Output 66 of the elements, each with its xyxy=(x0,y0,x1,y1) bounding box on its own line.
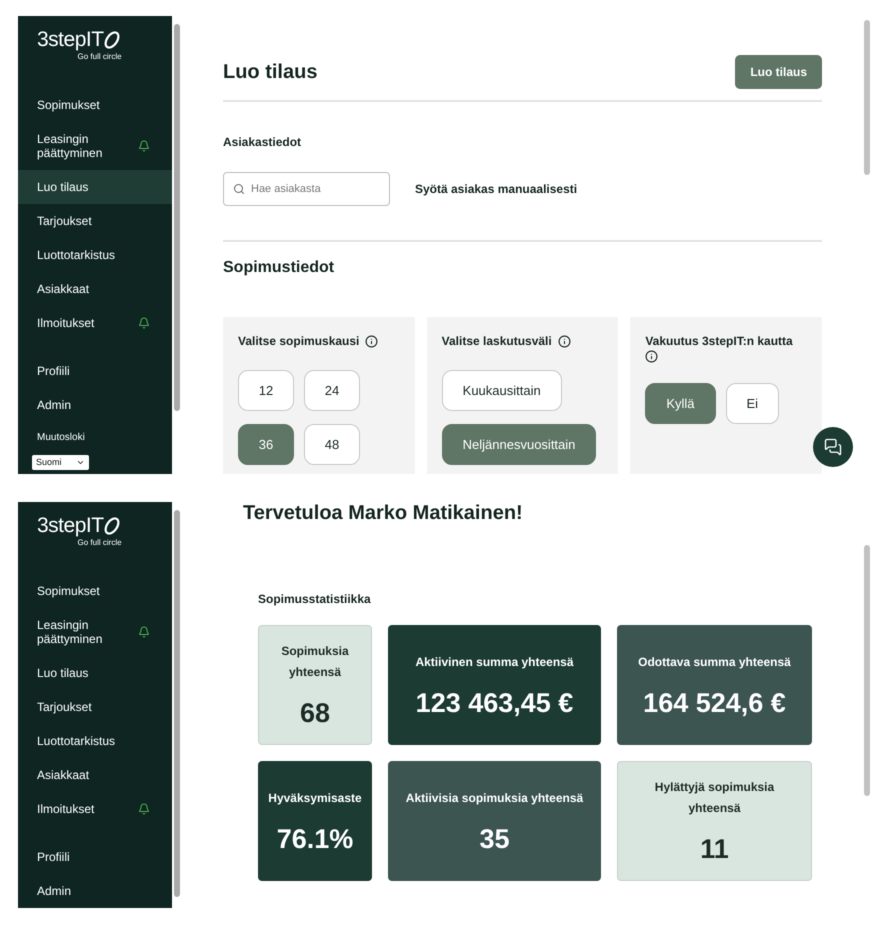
option-button[interactable]: 24 xyxy=(304,370,360,411)
info-icon[interactable] xyxy=(558,334,571,348)
card-title: Vakuutus 3stepIT:n kautta xyxy=(645,333,793,350)
sidebar-item[interactable]: Admin xyxy=(18,388,172,422)
stat-label: Sopimuksia yhteensä xyxy=(280,643,350,681)
sidebar-item[interactable]: Sopimukset xyxy=(18,88,172,122)
stat-value: 164 524,6 € xyxy=(643,686,786,718)
logo-tagline: Go full circle xyxy=(78,538,122,547)
section-heading: Sopimusstatistiikka xyxy=(258,591,371,607)
sidebar-item[interactable]: Tarjoukset xyxy=(18,204,172,238)
create-order-button[interactable]: Luo tilaus xyxy=(735,55,822,89)
sidebar-item[interactable]: Luo tilaus xyxy=(18,170,172,204)
stat-value: 35 xyxy=(479,822,510,854)
sidebar-item[interactable]: Profiili xyxy=(18,840,172,874)
sidebar-item[interactable]: Asiakkaat xyxy=(18,272,172,306)
section-heading: Sopimustiedot xyxy=(223,258,334,278)
chat-button[interactable] xyxy=(813,427,853,467)
stat-label: Hyväksymisaste xyxy=(268,790,362,806)
manual-entry-link[interactable]: Syötä asiakas manuaalisesti xyxy=(415,180,578,198)
option-button[interactable]: 36 xyxy=(238,424,294,465)
stat-value: 68 xyxy=(300,697,330,729)
card-title: Valitse laskutusväli xyxy=(442,333,552,350)
sidebar-item[interactable]: Admin xyxy=(18,874,172,908)
stat-label: Aktiivisia sopimuksia yhteensä xyxy=(406,790,584,806)
page-title: Luo tilaus xyxy=(223,60,318,84)
changelog-link[interactable]: Muutosloki xyxy=(18,422,172,452)
stat-label: Hylättyjä sopimuksia yhteensä xyxy=(654,779,776,817)
scrollbar-thumb[interactable] xyxy=(864,545,870,796)
sidebar-item[interactable]: Leasingin päättyminen xyxy=(18,122,172,170)
customer-search-field[interactable]: Hae asiakasta xyxy=(223,172,390,206)
scrollbar-thumb[interactable] xyxy=(174,510,180,897)
option-button[interactable]: 48 xyxy=(304,424,360,465)
stat-value: 11 xyxy=(700,833,729,865)
card-title: Valitse sopimuskausi xyxy=(238,333,360,350)
option-button[interactable]: Ei xyxy=(726,383,780,424)
option-button[interactable]: 12 xyxy=(238,370,294,411)
sidebar-item[interactable]: Tarjoukset xyxy=(18,690,172,724)
stat-value: 123 463,45 € xyxy=(416,686,574,718)
sidebar-item[interactable]: Luo tilaus xyxy=(18,656,172,690)
info-icon[interactable] xyxy=(645,350,658,363)
sidebar-item[interactable]: Ilmoitukset xyxy=(18,792,172,826)
sidebar-item[interactable]: Profiili xyxy=(18,354,172,388)
info-icon[interactable] xyxy=(365,334,378,348)
option-button[interactable]: Neljännesvuosittain xyxy=(442,424,596,465)
sidebar-item[interactable]: Ilmoitukset xyxy=(18,306,172,340)
sidebar-item[interactable]: Asiakkaat xyxy=(18,758,172,792)
scrollbar-thumb[interactable] xyxy=(174,24,180,411)
sidebar-item[interactable]: Luottotarkistus xyxy=(18,724,172,758)
language-select[interactable]: Suomi xyxy=(32,455,89,470)
search-icon xyxy=(233,183,245,195)
welcome-title: Tervetuloa Marko Matikainen! xyxy=(243,502,523,524)
sidebar-item[interactable]: Sopimukset xyxy=(18,574,172,608)
sidebar-item[interactable]: Luottotarkistus xyxy=(18,238,172,272)
scrollbar-thumb[interactable] xyxy=(864,20,870,175)
option-button[interactable]: Kuukausittain xyxy=(442,370,562,411)
stat-value: 76.1% xyxy=(276,822,354,854)
sidebar-item[interactable]: Leasingin päättyminen xyxy=(18,608,172,656)
section-heading: Asiakastiedot xyxy=(223,134,302,150)
chevron-icon xyxy=(76,458,85,467)
option-button[interactable]: Kyllä xyxy=(645,383,716,424)
logo-wordmark: 3stepIT xyxy=(37,28,104,52)
stat-label: Odottava summa yhteensä xyxy=(638,654,791,670)
chat-icon xyxy=(824,438,842,456)
logo-tagline: Go full circle xyxy=(78,52,122,61)
stat-label: Aktiivinen summa yhteensä xyxy=(415,654,574,670)
logo-wordmark: 3stepIT xyxy=(37,514,104,538)
